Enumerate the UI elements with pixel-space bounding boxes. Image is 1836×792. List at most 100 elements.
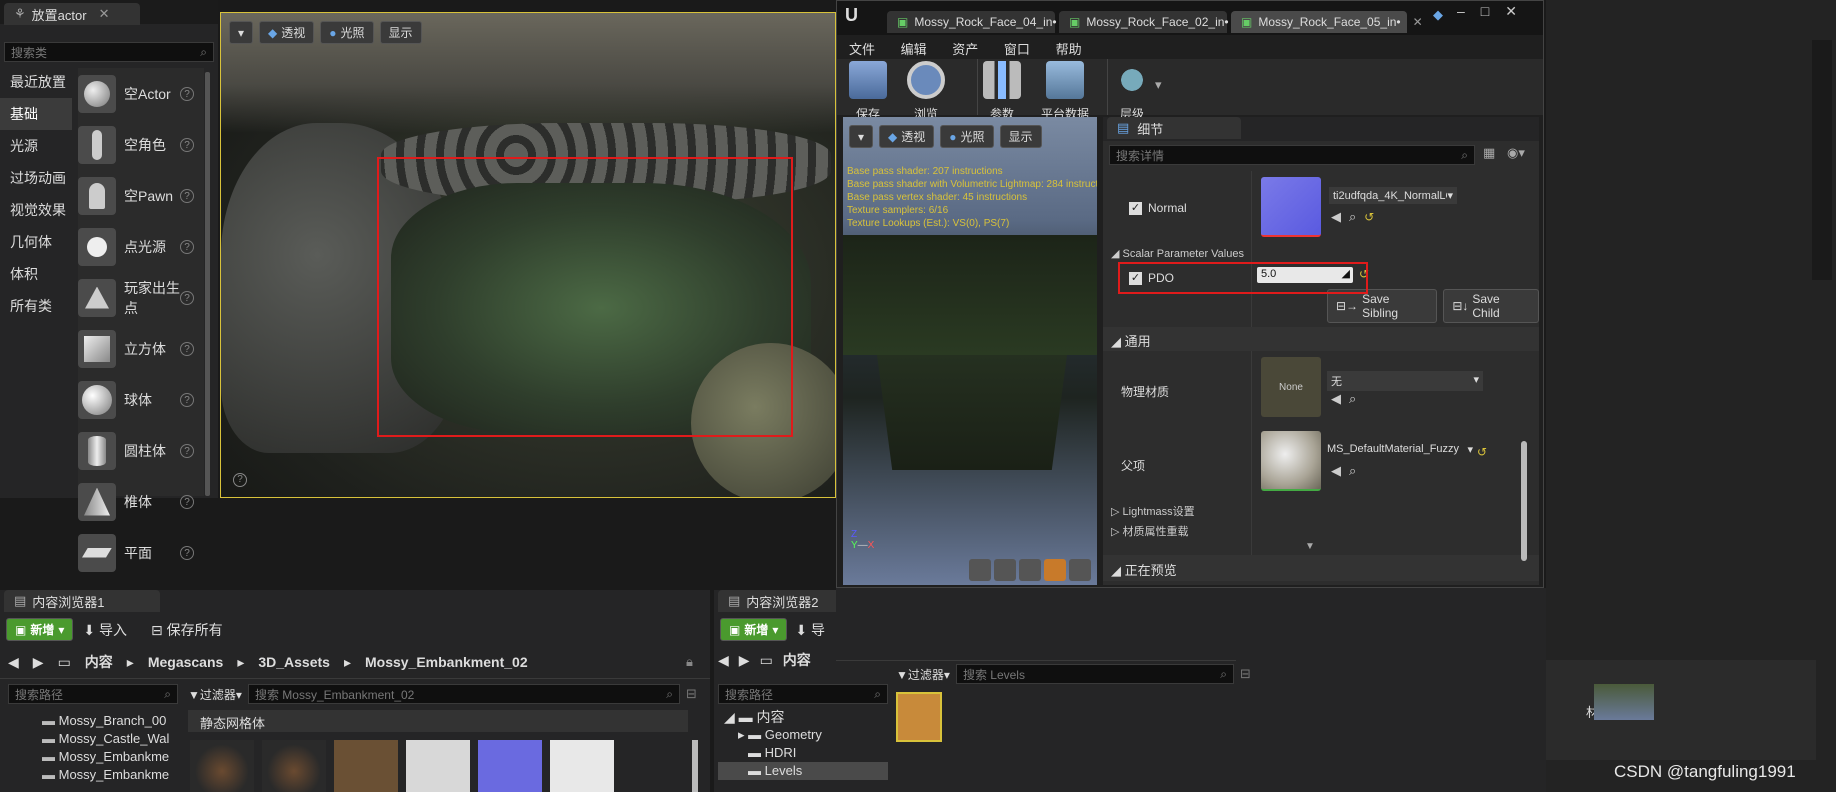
material-override-section[interactable]: ▷ 材质属性重载 [1111, 523, 1189, 539]
teapot-preview-icon[interactable] [1069, 559, 1091, 581]
reset-icon[interactable]: ↺ [1477, 445, 1487, 459]
details-scrollbar[interactable] [1521, 441, 1527, 561]
platform-data-button[interactable]: 平台数据 [1041, 61, 1089, 122]
menu-help[interactable]: 帮助 [1056, 42, 1082, 57]
breadcrumb-item[interactable]: 内容 [85, 652, 113, 672]
actor-item-player-start[interactable]: 玩家出生点? [78, 272, 204, 323]
actor-item-sphere[interactable]: 球体? [78, 374, 204, 425]
reset-icon[interactable]: ↺ [1364, 210, 1374, 224]
editor-tab-02[interactable]: ▣ Mossy_Rock_Face_02_in• [1059, 11, 1229, 33]
arrow-left-icon[interactable]: ◀ [1331, 463, 1341, 478]
actor-item-empty-actor[interactable]: 空Actor? [78, 68, 204, 119]
filters-button[interactable]: ▼过滤器▾ [896, 666, 950, 683]
add-new-button[interactable]: ▣ 新增 ▾ [6, 618, 74, 641]
filters-button[interactable]: ▼过滤器▾ [188, 686, 242, 703]
tree-item-selected[interactable]: ▬ Levels [718, 762, 888, 780]
asset-search-input[interactable]: 搜索 Levels ⌕ [955, 664, 1234, 684]
pin-icon[interactable]: ◆ [1433, 7, 1443, 23]
more-arrow-icon[interactable]: ▼ [1305, 541, 1315, 552]
forward-arrow-icon[interactable]: ▶ [33, 654, 44, 671]
normal-texture-thumbnail[interactable] [1261, 177, 1321, 237]
help-icon[interactable]: ? [180, 494, 194, 509]
content-browser-2-tab[interactable]: ▤ 内容浏览器2 [718, 590, 836, 612]
asset-grid-scrollbar[interactable] [692, 740, 698, 792]
close-window-icon[interactable]: ✕ [1505, 3, 1533, 19]
category-basic[interactable]: 基础 [0, 98, 72, 130]
asset-thumbnail[interactable] [190, 740, 254, 792]
arrow-left-icon[interactable]: ◀ [1331, 209, 1341, 224]
normal-texture-select[interactable]: ti2udfqda_4K_NormalLOD0▾ [1329, 187, 1457, 204]
phys-material-select[interactable]: 无 ▾ [1327, 371, 1483, 391]
previewing-section[interactable]: ◢ 正在预览 [1103, 555, 1539, 581]
preview-show-button[interactable]: 显示 [999, 125, 1042, 148]
asset-search-input[interactable]: 搜索 Mossy_Embankment_02 ⌕ [247, 684, 680, 704]
level-asset-thumbnail[interactable] [896, 692, 942, 742]
tree-item[interactable]: ▸ ▬ Geometry [718, 726, 888, 744]
search-paths-input[interactable]: 搜索路径 ⌕ [8, 684, 178, 704]
menu-file[interactable]: 文件 [849, 42, 875, 57]
place-actor-search[interactable]: 搜索类 ⌕ [4, 42, 214, 62]
menu-asset[interactable]: 资产 [952, 42, 978, 57]
menu-edit[interactable]: 编辑 [901, 42, 927, 57]
scalar-section-header[interactable]: ◢ Scalar Parameter Values [1111, 247, 1244, 260]
save-button[interactable]: 保存 [849, 61, 887, 122]
viewport-menu-button[interactable]: ▾ [229, 21, 254, 44]
preview-lit-button[interactable]: ● 光照 [940, 125, 994, 148]
actor-item-point-light[interactable]: 点光源? [78, 221, 204, 272]
breadcrumb-item[interactable]: Mossy_Embankment_02 [365, 654, 528, 670]
help-icon[interactable]: ? [180, 290, 194, 305]
breadcrumb-item[interactable]: 3D_Assets [258, 654, 330, 670]
parent-material-select[interactable]: MS_DefaultMaterial_Fuzzy ▾ [1327, 443, 1473, 456]
help-icon[interactable]: ? [180, 341, 194, 356]
help-icon[interactable]: ? [180, 239, 194, 254]
perspective-button[interactable]: ◆ 透视 [259, 21, 315, 44]
help-icon[interactable]: ? [180, 86, 194, 101]
import-button[interactable]: ⬇ 导 [795, 620, 825, 640]
hierarchy-button[interactable]: 层级 [1113, 61, 1151, 122]
tree-item[interactable]: ▬ Mossy_Embankme [36, 766, 178, 784]
asset-thumbnail[interactable] [334, 740, 398, 792]
category-recent[interactable]: 最近放置 [0, 66, 72, 98]
help-icon[interactable]: ? [180, 392, 194, 407]
actor-item-cone[interactable]: 椎体? [78, 476, 204, 527]
lightmass-section[interactable]: ▷ Lightmass设置 [1111, 503, 1195, 519]
search-icon[interactable]: ⌕ [1349, 463, 1356, 478]
help-icon[interactable]: ? [180, 188, 194, 203]
parent-material-thumbnail[interactable] [1261, 431, 1321, 491]
forward-arrow-icon[interactable]: ▶ [739, 652, 750, 669]
tree-item[interactable]: ▬ HDRI [718, 744, 888, 762]
back-arrow-icon[interactable]: ◀ [8, 654, 19, 671]
material-preview-viewport[interactable]: ▾ ◆ 透视 ● 光照 显示 Base pass shader: 207 instr… [843, 117, 1097, 585]
import-button[interactable]: ⬇ 导入 [83, 620, 127, 640]
category-volumes[interactable]: 体积 [0, 258, 72, 290]
save-search-icon[interactable]: ⊟ [1240, 666, 1251, 682]
chevron-down-icon[interactable]: ▾ [1155, 77, 1162, 122]
place-actor-tab[interactable]: ⚘ 放置actor ✕ [4, 3, 140, 25]
preview-menu-button[interactable]: ▾ [849, 125, 874, 148]
params-button[interactable]: 参数 [983, 61, 1021, 122]
save-search-icon[interactable]: ⊟ [686, 686, 697, 702]
category-visual-effects[interactable]: 视觉效果 [0, 194, 72, 226]
content-browser-1-tab[interactable]: ▤ 内容浏览器1 [4, 590, 160, 612]
lock-icon[interactable]: 🔒︎ [686, 654, 693, 670]
browse-button[interactable]: 浏览 [907, 61, 945, 122]
grid-view-icon[interactable]: ▦ [1483, 145, 1495, 161]
category-geometry[interactable]: 几何体 [0, 226, 72, 258]
save-all-button[interactable]: ⊟ 保存所有 [151, 620, 223, 640]
asset-thumbnail[interactable] [478, 740, 542, 792]
add-new-button[interactable]: ▣ 新增 ▾ [720, 618, 788, 641]
eye-icon[interactable]: ◉▾ [1507, 145, 1525, 161]
normal-checkbox[interactable]: ✓ [1129, 201, 1142, 215]
actor-item-empty-character[interactable]: 空角色? [78, 119, 204, 170]
save-sibling-button[interactable]: ⊟→ Save Sibling [1327, 289, 1438, 323]
phys-material-thumbnail[interactable]: None [1261, 357, 1321, 417]
tree-item-root[interactable]: ◢ ▬ 内容 [718, 708, 888, 726]
maximize-icon[interactable]: □ [1481, 3, 1505, 19]
window-controls[interactable]: –□✕ [1457, 3, 1533, 20]
tree-item[interactable]: ▬ Mossy_Castle_Wal [36, 730, 178, 748]
category-all-classes[interactable]: 所有类 [0, 290, 72, 322]
actor-item-cube[interactable]: 立方体? [78, 323, 204, 374]
search-paths-input[interactable]: 搜索路径 ⌕ [718, 684, 888, 704]
asset-thumbnail[interactable] [262, 740, 326, 792]
asset-thumbnail[interactable] [406, 740, 470, 792]
